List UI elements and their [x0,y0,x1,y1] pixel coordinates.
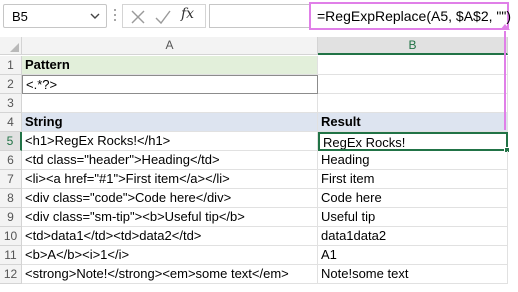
name-box-value: B5 [12,9,28,24]
cell-b8[interactable]: Code here [318,189,508,208]
formula-buttons: fx [122,4,206,28]
cell-b7[interactable]: First item [318,170,508,189]
cell-b5[interactable]: RegEx Rocks! [318,132,508,151]
checkmark-icon[interactable] [154,8,172,26]
cell-a11[interactable]: <b>A</b><i>1</i> [22,246,318,265]
cell-a1[interactable]: Pattern [22,56,318,75]
cell-b1[interactable] [318,56,508,75]
drag-handle-icon[interactable] [112,9,118,23]
cell-a9[interactable]: <div class="sm-tip"><b>Useful tip</b> [22,208,318,227]
cell-b6[interactable]: Heading [318,151,508,170]
cell-a12[interactable]: <strong>Note!</strong><em>some text</em> [22,265,318,284]
formula-bar: B5 fx =RegExpReplace(A5, $A$2, "") [0,0,518,36]
cell-b9[interactable]: Useful tip [318,208,508,227]
cell-b11[interactable]: A1 [318,246,508,265]
close-icon[interactable] [129,8,147,26]
row-header-4[interactable]: 4 [0,113,22,132]
row-header-3[interactable]: 3 [0,94,22,113]
cell-b4[interactable]: Result [318,113,508,132]
cell-a7[interactable]: <li><a href="#1">First item</a></li> [22,170,318,189]
cell-a8[interactable]: <div class="code">Code here</div> [22,189,318,208]
row-header-6[interactable]: 6 [0,151,22,170]
row-header-8[interactable]: 8 [0,189,22,208]
fx-label: fx [181,6,195,22]
chevron-down-icon[interactable] [90,12,100,20]
select-all-icon [10,43,19,52]
row-header-2[interactable]: 2 [0,75,22,94]
row-header-10[interactable]: 10 [0,227,22,246]
row-header-1[interactable]: 1 [0,56,22,75]
cell-a6[interactable]: <td class="header">Heading</td> [22,151,318,170]
cell-b3[interactable] [318,94,508,113]
cell-a5[interactable]: <h1>RegEx Rocks!</h1> [22,132,318,151]
cell-a3[interactable] [22,94,318,113]
row-header-12[interactable]: 12 [0,265,22,284]
cell-b12[interactable]: Note!some text [318,265,508,284]
cell-a4[interactable]: String [22,113,318,132]
row-header-5[interactable]: 5 [0,132,22,151]
column-header-a[interactable]: A [22,37,318,55]
formula-input[interactable]: =RegExpReplace(A5, $A$2, "") [309,2,511,30]
row-header-7[interactable]: 7 [0,170,22,189]
cell-b2[interactable] [318,75,508,94]
cell-b10[interactable]: data1data2 [318,227,508,246]
cell-a2[interactable]: <.*?> [22,75,318,94]
formula-text: =RegExpReplace(A5, $A$2, "") [317,8,511,24]
row-header-11[interactable]: 11 [0,246,22,265]
formula-input-left[interactable] [209,4,309,28]
name-box[interactable]: B5 [3,4,107,28]
row-header-9[interactable]: 9 [0,208,22,227]
cell-a10[interactable]: <td>data1</td><td>data2</td> [22,227,318,246]
insert-function-button[interactable]: fx [181,6,194,22]
select-all-corner[interactable] [0,37,22,55]
column-header-b[interactable]: B [318,37,508,55]
